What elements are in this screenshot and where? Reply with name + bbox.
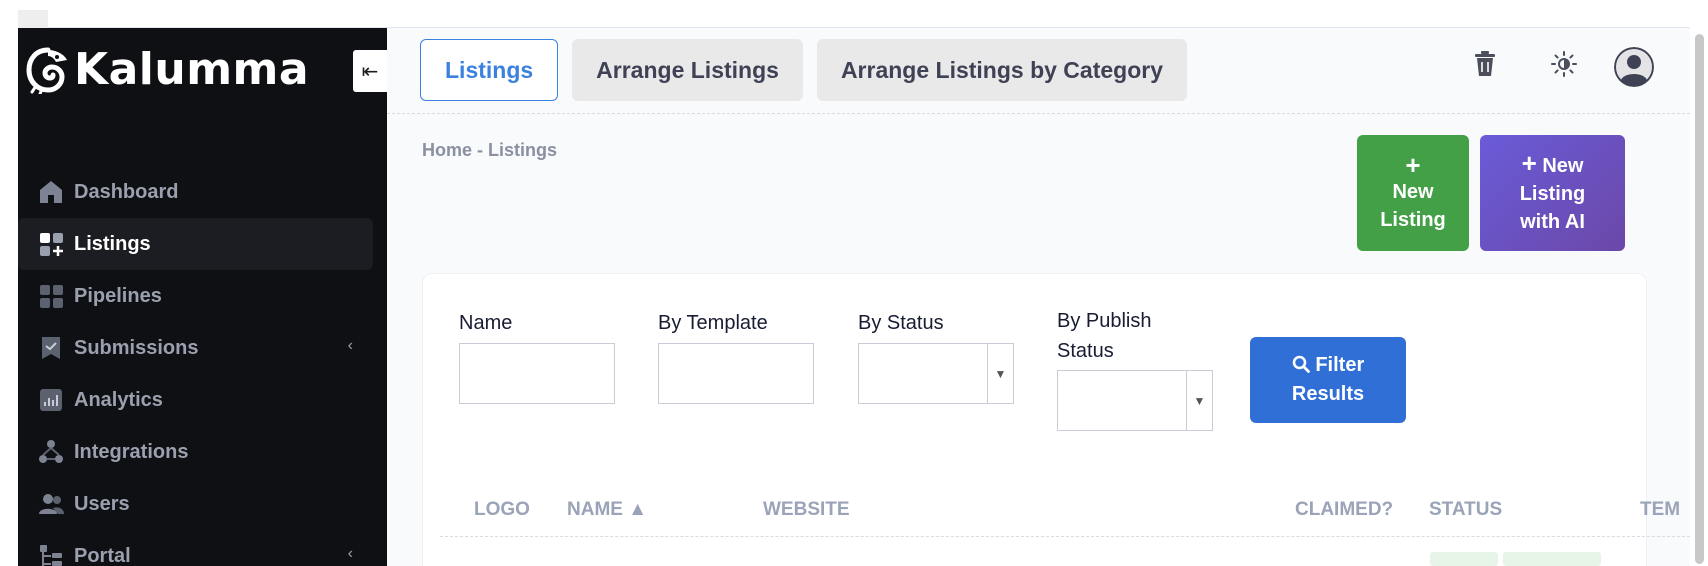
header-divider: [387, 113, 1690, 114]
app-frame: Kalumma ⇤ Dashboard Listings Pipelines S…: [18, 28, 1690, 566]
sidebar-item-submissions[interactable]: Submissions ‹: [18, 322, 373, 374]
button-label: Results: [1291, 383, 1365, 405]
sidebar-item-label: Pipelines: [74, 284, 162, 307]
chevron-left-icon: ‹: [347, 545, 353, 562]
publish-status-filter-label: By Publish Status: [1057, 306, 1152, 366]
plus-icon: +: [1521, 148, 1537, 178]
button-label: Listing: [1380, 209, 1446, 231]
button-label: New: [1542, 155, 1584, 177]
users-icon: [36, 489, 66, 519]
name-filter-label: Name: [459, 312, 513, 334]
pipelines-icon: [36, 281, 66, 311]
column-header-template[interactable]: TEM: [1640, 499, 1680, 521]
caret-down-icon: ▼: [1186, 371, 1212, 430]
tab-arrange-listings[interactable]: Arrange Listings: [572, 39, 803, 101]
column-header-website[interactable]: WEBSITE: [763, 499, 850, 521]
brand-name: Kalumma: [74, 44, 310, 95]
portal-icon: [36, 541, 66, 566]
template-filter-input[interactable]: [658, 343, 814, 404]
page-scrollbar[interactable]: [1690, 28, 1708, 566]
sidebar-collapse-button[interactable]: ⇤: [353, 50, 387, 92]
label-line: By Publish: [1057, 310, 1152, 332]
publish-status-filter-select[interactable]: ▼: [1057, 370, 1213, 431]
sidebar-item-label: Integrations: [74, 440, 189, 463]
user-avatar-icon: [1614, 47, 1654, 87]
tab-arrange-listings-by-category[interactable]: Arrange Listings by Category: [816, 39, 1188, 101]
trash-button[interactable]: [1465, 44, 1505, 84]
submissions-icon: [36, 333, 66, 363]
column-header-name[interactable]: NAME ▲: [567, 499, 647, 521]
tab-listings[interactable]: Listings: [420, 39, 559, 101]
filter-results-button[interactable]: Filter Results: [1250, 337, 1406, 423]
sidebar-item-listings[interactable]: Listings: [18, 218, 373, 270]
column-header-logo[interactable]: LOGO: [474, 499, 530, 521]
sidebar-item-analytics[interactable]: Analytics: [18, 374, 373, 426]
listings-icon: [36, 229, 66, 259]
arrow-left-icon: ⇤: [361, 60, 379, 83]
status-filter-select[interactable]: ▼: [858, 343, 1014, 404]
user-avatar[interactable]: [1614, 47, 1654, 87]
column-label: NAME: [567, 499, 623, 520]
name-filter-input[interactable]: [459, 343, 615, 404]
sidebar-item-users[interactable]: Users: [18, 478, 373, 530]
sidebar-item-label: Listings: [74, 232, 151, 255]
sidebar-item-label: Submissions: [74, 336, 199, 359]
theme-toggle-icon: [1551, 51, 1577, 77]
button-label: Listing: [1519, 183, 1586, 205]
status-badge: [1503, 552, 1601, 566]
trash-icon: [1475, 51, 1495, 76]
column-header-status[interactable]: STATUS: [1429, 499, 1502, 521]
chevron-left-icon: ‹: [347, 337, 353, 354]
breadcrumb[interactable]: Home - Listings: [422, 140, 557, 161]
button-label: Filter: [1315, 354, 1365, 376]
header-tabs: Listings Arrange Listings Arrange Listin…: [420, 39, 1201, 101]
chameleon-logo-icon: [26, 47, 67, 94]
caret-down-icon: ▼: [987, 344, 1013, 403]
search-icon: [1292, 355, 1310, 373]
listings-table-header: LOGO NAME ▲ WEBSITE CLAIMED? STATUS TEM: [422, 483, 1690, 537]
sidebar-item-dashboard[interactable]: Dashboard: [18, 166, 373, 218]
sidebar-item-label: Dashboard: [74, 180, 179, 203]
label-line: Status: [1057, 340, 1114, 362]
sidebar-item-label: Portal: [74, 544, 131, 566]
brand[interactable]: Kalumma: [26, 46, 309, 94]
status-filter-label: By Status: [858, 312, 944, 334]
column-header-claimed[interactable]: CLAIMED?: [1295, 499, 1393, 521]
button-label: with AI: [1520, 211, 1585, 233]
theme-toggle-button[interactable]: [1544, 44, 1584, 84]
button-label-line1: + New: [1522, 150, 1584, 180]
sidebar-item-pipelines[interactable]: Pipelines: [18, 270, 373, 322]
button-label-line1: Filter: [1250, 351, 1406, 380]
sidebar-item-integrations[interactable]: Integrations: [18, 426, 373, 478]
table-header-divider: [440, 536, 1690, 537]
new-listing-button[interactable]: + New Listing: [1357, 135, 1469, 251]
window-top-strip: [0, 0, 1708, 28]
scrollbar-thumb[interactable]: [1695, 34, 1704, 564]
new-listing-with-ai-button[interactable]: + New Listing with AI: [1480, 135, 1625, 251]
template-filter-label: By Template: [658, 312, 768, 334]
integrations-icon: [36, 437, 66, 467]
window-corner: [18, 10, 48, 28]
sidebar: Kalumma ⇤ Dashboard Listings Pipelines S…: [18, 28, 387, 566]
button-label: New: [1392, 181, 1434, 203]
sidebar-item-portal[interactable]: Portal ‹: [18, 530, 373, 566]
home-icon: [36, 177, 66, 207]
analytics-icon: [36, 385, 66, 415]
sidebar-item-label: Analytics: [74, 388, 163, 411]
plus-icon: +: [1405, 150, 1421, 180]
sort-ascending-icon: ▲: [628, 499, 648, 520]
sidebar-item-label: Users: [74, 492, 130, 515]
status-badge: [1430, 552, 1498, 566]
sidebar-nav: Dashboard Listings Pipelines Submissions: [18, 166, 387, 566]
